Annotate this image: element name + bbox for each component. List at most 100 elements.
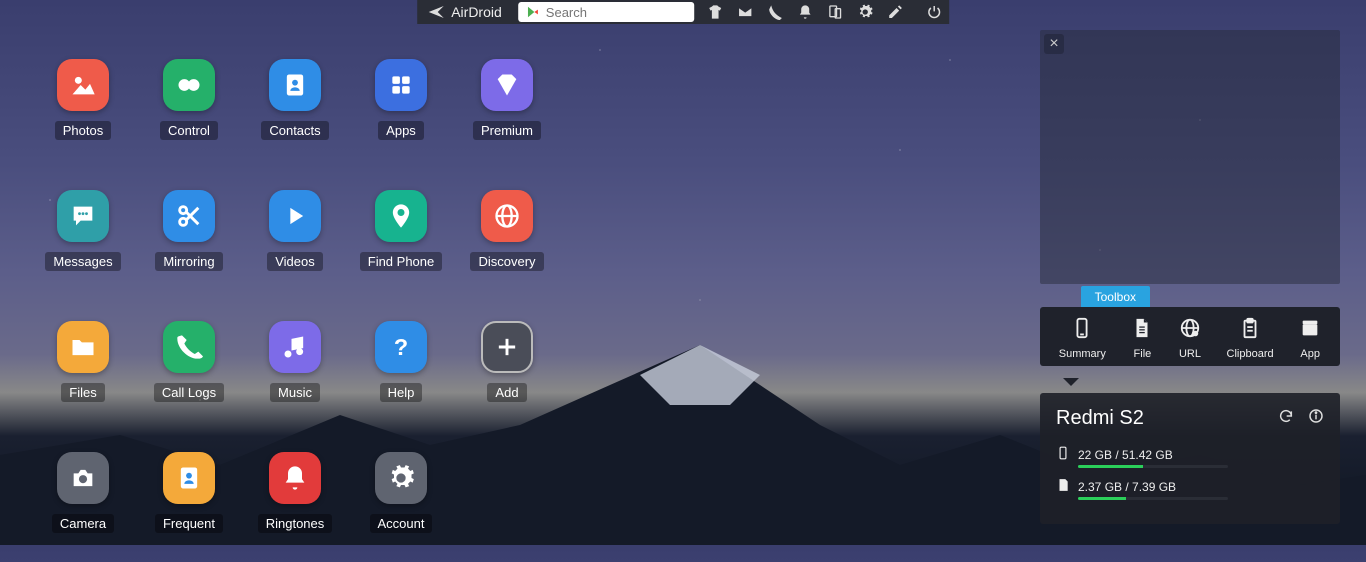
airdroid-logo-icon [427, 3, 445, 21]
music-icon [269, 321, 321, 373]
search-box[interactable] [518, 2, 694, 22]
photos-icon [57, 59, 109, 111]
storage-text: 22 GB / 51.42 GB [1078, 448, 1173, 462]
app-discovery[interactable]: Discovery [454, 190, 560, 300]
messages-icon [57, 190, 109, 242]
camera-icon [57, 452, 109, 504]
devices-icon[interactable] [820, 0, 850, 24]
app-label: Find Phone [360, 252, 443, 271]
app-label: Help [380, 383, 423, 402]
play-store-icon [526, 5, 540, 19]
app-label: Ringtones [258, 514, 333, 533]
tool-file[interactable]: File [1131, 317, 1153, 360]
app-control[interactable]: Control [136, 59, 242, 169]
toolbox-panel: Summary File URL Clipboard App [1040, 307, 1340, 366]
help-icon: ? [375, 321, 427, 373]
bell-icon[interactable] [790, 0, 820, 24]
app-label: Messages [45, 252, 120, 271]
svg-text:?: ? [394, 334, 408, 360]
apps-icon [375, 59, 427, 111]
refresh-icon[interactable] [1278, 408, 1294, 429]
tool-label: Summary [1059, 348, 1106, 360]
file-icon [1131, 317, 1153, 342]
tool-summary[interactable]: Summary [1059, 317, 1106, 360]
device-card: Redmi S2 22 GB / 51.42 GB2.37 GB / 7.39 … [1040, 393, 1340, 524]
frequent-icon [163, 452, 215, 504]
app-label: Frequent [155, 514, 223, 533]
settings-icon[interactable] [850, 0, 880, 24]
account-icon [375, 452, 427, 504]
tool-label: App [1300, 348, 1320, 360]
sd-icon [1056, 478, 1070, 495]
app-music[interactable]: Music [242, 321, 348, 431]
app-add[interactable]: Add [454, 321, 560, 431]
discovery-icon [481, 190, 533, 242]
url-icon [1179, 317, 1201, 342]
videos-icon [269, 190, 321, 242]
premium-icon [481, 59, 533, 111]
storage-text: 2.37 GB / 7.39 GB [1078, 480, 1176, 494]
app-label: Call Logs [154, 383, 224, 402]
app-mirroring[interactable]: Mirroring [136, 190, 242, 300]
app-account[interactable]: Account [348, 452, 454, 562]
app-messages[interactable]: Messages [30, 190, 136, 300]
app-label: Photos [55, 121, 111, 140]
app-label: Files [61, 383, 104, 402]
app-label: Account [370, 514, 433, 533]
edit-icon[interactable] [880, 0, 910, 24]
app-premium[interactable]: Premium [454, 59, 560, 169]
phone-icon[interactable] [760, 0, 790, 24]
storage-bar [1078, 465, 1228, 468]
info-icon[interactable] [1308, 408, 1324, 429]
app-frequent[interactable]: Frequent [136, 452, 242, 562]
tshirt-icon[interactable] [700, 0, 730, 24]
app-label: Apps [378, 121, 424, 140]
toolbox-arrow [1063, 378, 1079, 386]
app-label: Control [160, 121, 218, 140]
ringtones-icon [269, 452, 321, 504]
app-call-logs[interactable]: Call Logs [136, 321, 242, 431]
mail-icon[interactable] [730, 0, 760, 24]
app-files[interactable]: Files [30, 321, 136, 431]
app-label: Discovery [470, 252, 543, 271]
power-icon[interactable] [919, 0, 949, 24]
contacts-icon [269, 59, 321, 111]
desktop-app-grid: Photos Control Contacts Apps Premium Messages… [30, 59, 560, 562]
find-phone-icon [375, 190, 427, 242]
app-contacts[interactable]: Contacts [242, 59, 348, 169]
toolbar-icons [700, 0, 949, 24]
phone-outline-icon [1056, 446, 1070, 463]
app-ringtones[interactable]: Ringtones [242, 452, 348, 562]
phone-outline-icon [1071, 317, 1093, 342]
storage-row: 22 GB / 51.42 GB [1056, 446, 1324, 463]
app-label: Mirroring [155, 252, 222, 271]
app-label: Add [487, 383, 526, 402]
app-help[interactable]: ? Help [348, 321, 454, 431]
app-photos[interactable]: Photos [30, 59, 136, 169]
tool-label: URL [1179, 348, 1201, 360]
storage-row: 2.37 GB / 7.39 GB [1056, 478, 1324, 495]
add-icon [481, 321, 533, 373]
call-logs-icon [163, 321, 215, 373]
app-apps[interactable]: Apps [348, 59, 454, 169]
app-find-phone[interactable]: Find Phone [348, 190, 454, 300]
app-label: Videos [267, 252, 323, 271]
clipboard-icon [1239, 317, 1261, 342]
close-icon[interactable]: × [1044, 34, 1064, 54]
tool-url[interactable]: URL [1179, 317, 1201, 360]
app-videos[interactable]: Videos [242, 190, 348, 300]
brand[interactable]: AirDroid [417, 0, 512, 24]
search-input[interactable] [546, 2, 686, 22]
tool-app[interactable]: App [1299, 317, 1321, 360]
brand-text: AirDroid [451, 4, 502, 20]
screen-preview-panel: × [1040, 30, 1340, 284]
top-toolbar: AirDroid [417, 0, 949, 24]
app-label: Camera [52, 514, 114, 533]
app-camera[interactable]: Camera [30, 452, 136, 562]
mirroring-icon [163, 190, 215, 242]
toolbox-tab[interactable]: Toolbox [1081, 286, 1150, 308]
app-label: Premium [473, 121, 541, 140]
app-icon [1299, 317, 1321, 342]
tool-clipboard[interactable]: Clipboard [1227, 317, 1274, 360]
tool-label: File [1134, 348, 1152, 360]
